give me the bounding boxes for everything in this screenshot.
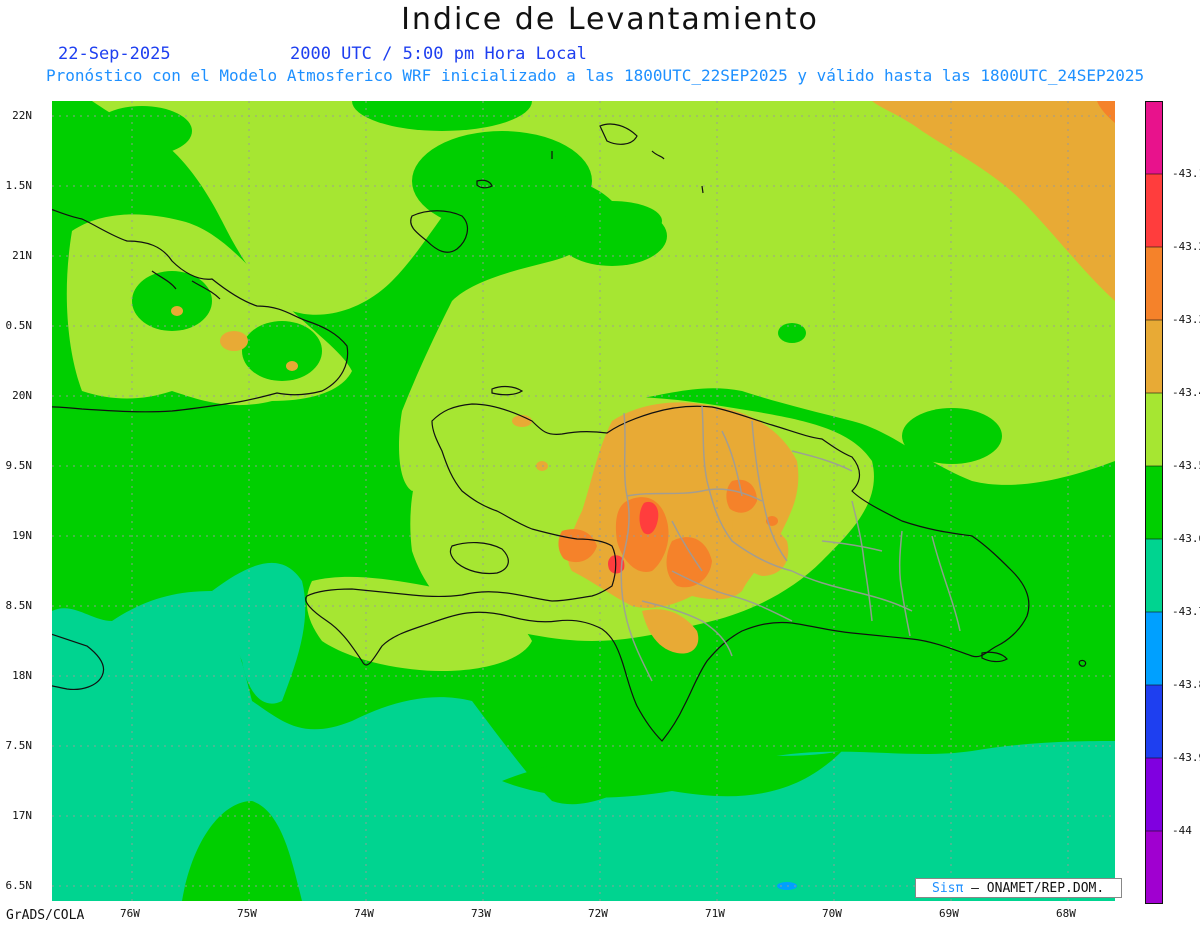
green-blob-small-2	[132, 271, 212, 331]
date-label: 22-Sep-2025	[58, 44, 171, 64]
forecast-description: Pronóstico con el Modelo Atmosferico WRF…	[46, 66, 1145, 85]
colorbar-label: -43.6	[1172, 532, 1200, 545]
credit-text: – ONAMET/REP.DOM.	[971, 881, 1105, 896]
colorbar-label: -43.1	[1172, 167, 1200, 180]
lat-label: 0.5N	[5, 319, 33, 332]
orange-speck-2	[171, 306, 183, 316]
colorbar-label: -43.7	[1172, 605, 1200, 618]
colorbar-swatch	[1145, 684, 1163, 759]
time-label: 2000 UTC / 5:00 pm Hora Local	[290, 44, 587, 64]
green-blob-north-4	[92, 106, 192, 156]
colorbar-label: -43.8	[1172, 678, 1200, 691]
map-title: Indice de Levantamiento	[401, 2, 819, 37]
colorbar-swatch	[1145, 173, 1163, 248]
lat-label: 6.5N	[5, 879, 33, 892]
lon-label: 69W	[939, 907, 959, 920]
lat-label: 21N	[12, 249, 32, 262]
lat-label: 17N	[12, 809, 32, 822]
orange-speck-3	[286, 361, 298, 371]
green-blob-north-3	[412, 131, 592, 231]
lat-label: 19N	[12, 529, 32, 542]
colorbar-swatch	[1145, 465, 1163, 540]
lon-label: 76W	[120, 907, 140, 920]
lat-label: 22N	[12, 109, 32, 122]
lat-label: 9.5N	[5, 459, 33, 472]
lon-label: 74W	[354, 907, 374, 920]
colorbar	[1145, 101, 1163, 904]
lon-label: 72W	[588, 907, 608, 920]
grads-footer: GrADS/COLA	[6, 908, 85, 923]
colorbar-swatch	[1145, 830, 1163, 904]
colorbar-swatch	[1145, 246, 1163, 321]
lat-label: 8.5N	[5, 599, 33, 612]
colorbar-swatch	[1145, 538, 1163, 613]
credit-brand: Sisπ	[932, 881, 964, 896]
green-blob-east	[902, 408, 1002, 464]
lon-label: 68W	[1056, 907, 1076, 920]
colorbar-label: -44	[1172, 824, 1192, 837]
green-blob-small-3	[242, 321, 322, 381]
orange-speck-1	[220, 331, 248, 351]
lifted-index-map	[52, 101, 1115, 901]
colorbar-label: -43.3	[1172, 313, 1200, 326]
colorbar-label: -43.4	[1172, 386, 1200, 399]
lat-label: 20N	[12, 389, 32, 402]
colorbar-label: -43.5	[1172, 459, 1200, 472]
lat-label: 7.5N	[5, 739, 33, 752]
lon-label: 71W	[705, 907, 725, 920]
lat-label: 18N	[12, 669, 32, 682]
lon-label: 70W	[822, 907, 842, 920]
credit-box: Sisπ – ONAMET/REP.DOM.	[915, 878, 1122, 898]
colorbar-swatch	[1145, 319, 1163, 394]
colorbar-label: -43.9	[1172, 751, 1200, 764]
colorbar-swatch	[1145, 757, 1163, 832]
lon-label: 73W	[471, 907, 491, 920]
colorbar-swatch	[1145, 392, 1163, 467]
colorbar-swatch	[1145, 101, 1163, 175]
lat-label: 1.5N	[5, 179, 33, 192]
colorbar-label: -43.2	[1172, 240, 1200, 253]
lon-label: 75W	[237, 907, 257, 920]
colorbar-swatch	[1145, 611, 1163, 686]
